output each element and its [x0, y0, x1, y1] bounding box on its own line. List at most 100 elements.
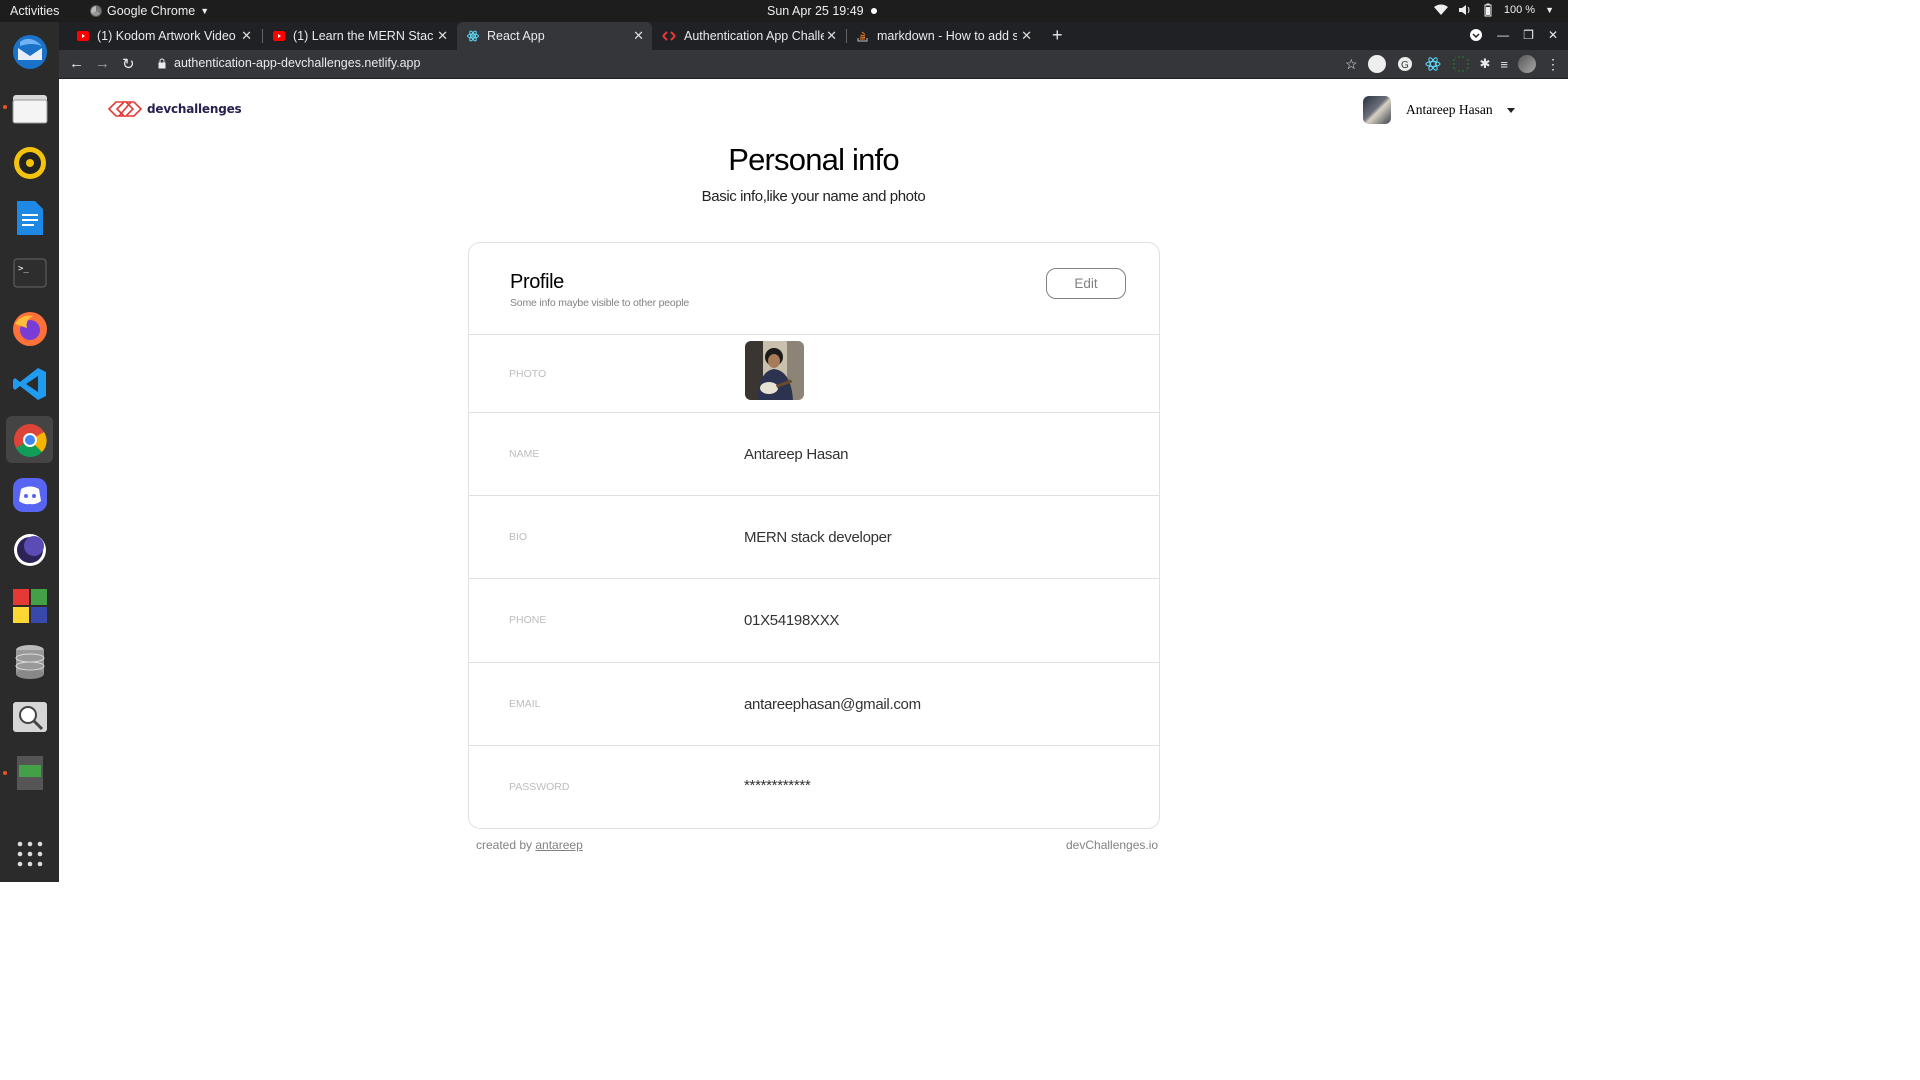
photo-row: PHOTO: [469, 335, 1159, 413]
profile-indicator-icon[interactable]: [1469, 28, 1483, 42]
dock-notes[interactable]: [6, 749, 53, 796]
tab-markdown[interactable]: markdown - How to add s ✕: [847, 22, 1040, 50]
password-value: ************: [744, 777, 811, 794]
react-devtools-icon[interactable]: [1424, 55, 1442, 73]
screen-capture-icon[interactable]: [1452, 55, 1470, 73]
bio-value: MERN stack developer: [744, 529, 892, 546]
database-icon: [15, 644, 44, 679]
magnifier-icon: [12, 701, 47, 732]
bookmark-star-icon[interactable]: ☆: [1345, 56, 1358, 73]
toolbar-actions: ☆ G ✱ ≡ ⋮: [1345, 55, 1560, 73]
svg-text:G: G: [1401, 60, 1409, 71]
extensions-puzzle-icon[interactable]: ✱: [1480, 56, 1491, 72]
brand-logo[interactable]: devchallenges: [107, 100, 242, 118]
react-icon: [467, 30, 479, 42]
tab-title: Authentication App Challenge: [684, 29, 824, 43]
chrome-icon: [90, 5, 102, 17]
new-tab-button[interactable]: +: [1052, 25, 1063, 46]
dock-discord[interactable]: [6, 471, 53, 518]
forward-arrow-icon[interactable]: →: [95, 55, 110, 72]
activities-button[interactable]: Activities: [10, 4, 59, 18]
dock-rhythmbox[interactable]: [6, 139, 53, 186]
bio-row: BIO MERN stack developer: [469, 496, 1159, 579]
dock-files[interactable]: [6, 84, 53, 131]
eclipse-icon: [13, 533, 46, 566]
name-row: NAME Antareep Hasan: [469, 413, 1159, 496]
address-bar[interactable]: authentication-app-devchallenges.netlify…: [174, 56, 420, 70]
notification-dot: [871, 8, 877, 14]
app-grid-icon: [17, 841, 42, 866]
dock-eclipse[interactable]: [6, 526, 53, 573]
author-link[interactable]: antareep: [535, 838, 582, 852]
extension-avatar-icon[interactable]: [1367, 55, 1386, 73]
show-applications-button[interactable]: [6, 830, 53, 877]
brand-name: devchallenges: [147, 102, 242, 116]
chevron-down-icon: ▼: [1545, 5, 1554, 15]
password-row: PASSWORD ************: [469, 746, 1159, 828]
system-top-bar: Activities Google Chrome ▼ Sun Apr 25 19…: [0, 0, 1568, 22]
profile-photo: [745, 341, 804, 400]
close-tab-icon[interactable]: ✕: [826, 28, 837, 44]
browser-toolbar: ← → ↻ authentication-app-devchallenges.n…: [59, 50, 1568, 79]
tab-react-app[interactable]: React App ✕: [457, 22, 652, 50]
system-tray[interactable]: 100 % ▼: [1433, 3, 1554, 17]
dock-vscode[interactable]: [6, 360, 53, 407]
edit-button[interactable]: Edit: [1046, 268, 1126, 299]
dock-terminal[interactable]: >_: [6, 249, 53, 296]
wifi-icon: [1433, 4, 1448, 15]
email-value: antareephasan@gmail.com: [744, 696, 921, 713]
grammarly-icon[interactable]: G: [1396, 55, 1414, 73]
profile-avatar-icon[interactable]: [1518, 55, 1536, 73]
document-icon: [16, 200, 43, 235]
devchallenges-icon: [662, 31, 676, 41]
footer-credit-prefix: created by: [476, 838, 536, 852]
restore-icon[interactable]: ❐: [1523, 28, 1534, 42]
clock[interactable]: Sun Apr 25 19:49: [767, 4, 864, 18]
row-label: PHOTO: [509, 368, 547, 380]
back-arrow-icon[interactable]: ←: [69, 55, 84, 72]
grid-app-icon: [12, 588, 47, 623]
close-tab-icon[interactable]: ✕: [633, 28, 644, 44]
dock-chrome[interactable]: [6, 416, 53, 463]
battery-icon: [1484, 3, 1492, 17]
avatar: [1363, 96, 1391, 124]
tab-authentication-challenge[interactable]: Authentication App Challenge ✕: [652, 22, 845, 50]
dock-thunderbird[interactable]: [6, 28, 53, 75]
close-window-icon[interactable]: ✕: [1548, 28, 1558, 42]
tab-title: (1) Learn the MERN Stack: [293, 29, 433, 43]
dock-firefox[interactable]: [6, 305, 53, 352]
svg-text:>_: >_: [18, 264, 29, 274]
close-tab-icon[interactable]: ✕: [241, 28, 252, 44]
dock-writer[interactable]: [6, 194, 53, 241]
row-label: PASSWORD: [509, 781, 570, 793]
profile-photo-image: [745, 341, 804, 400]
row-label: PHONE: [509, 614, 547, 626]
tab-strip: (1) Kodom Artwork Video ✕ (1) Learn the …: [59, 22, 1568, 50]
row-label: EMAIL: [509, 698, 541, 710]
dock-database[interactable]: [6, 638, 53, 685]
profile-card: Profile Some info maybe visible to other…: [468, 242, 1160, 829]
user-menu[interactable]: Antareep Hasan: [1363, 96, 1515, 124]
reading-list-icon[interactable]: ≡: [1500, 57, 1508, 72]
app-menu-label: Google Chrome: [107, 4, 196, 18]
lock-icon[interactable]: [158, 58, 166, 69]
close-tab-icon[interactable]: ✕: [1021, 28, 1032, 44]
app-menu[interactable]: Google Chrome ▼: [90, 4, 209, 18]
reload-icon[interactable]: ↻: [122, 55, 135, 73]
chrome-icon: [13, 423, 47, 457]
email-row: EMAIL antareephasan@gmail.com: [469, 663, 1159, 746]
user-name: Antareep Hasan: [1406, 102, 1493, 117]
footer-site: devChallenges.io: [1066, 838, 1159, 852]
firefox-icon: [12, 311, 47, 346]
tab-mern[interactable]: (1) Learn the MERN Stack ✕: [263, 22, 456, 50]
chevron-down-icon: ▼: [200, 6, 210, 16]
dock-colorgrid[interactable]: [6, 582, 53, 629]
close-tab-icon[interactable]: ✕: [437, 28, 448, 44]
minimize-icon[interactable]: —: [1497, 28, 1509, 42]
menu-kebab-icon[interactable]: ⋮: [1546, 56, 1560, 73]
tab-kodom[interactable]: (1) Kodom Artwork Video ✕: [67, 22, 260, 50]
notes-app-icon: [16, 755, 43, 790]
volume-icon: [1458, 5, 1470, 15]
folder-icon: [12, 94, 47, 123]
dock-search[interactable]: [6, 693, 53, 740]
